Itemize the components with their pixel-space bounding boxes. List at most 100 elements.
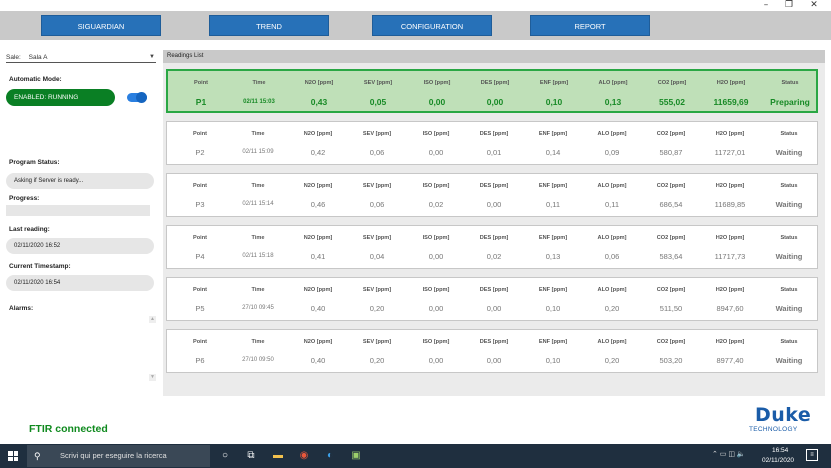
column-header-co2: CO2 [ppm] (656, 183, 686, 189)
task-view-icon[interactable]: ⧉ (243, 448, 259, 464)
maximize-button[interactable]: ❐ (779, 0, 799, 11)
duke-technology-logo: Duke TECHNOLOGY (748, 404, 811, 436)
cell-point: P2 (195, 148, 205, 157)
sala-select[interactable]: Sale: Sala A ▼ (6, 52, 156, 63)
column-header-n2o: N2O [ppm] (303, 287, 333, 293)
cell-alo: 0,20 (604, 356, 620, 365)
cell-h2o: 11659,69 (713, 97, 749, 107)
cell-n2o: 0,43 (310, 97, 328, 107)
column-header-enf: ENF [ppm] (538, 339, 568, 345)
taskbar-time: 16:54 (772, 447, 789, 454)
reading-card[interactable]: Point P3 Time 02/11 15:14 N2O [ppm] 0,46 SEV [… (166, 173, 818, 217)
column-header-n2o: N2O [ppm] (303, 183, 333, 189)
cell-des: 0,02 (486, 252, 502, 261)
cell-point: P1 (195, 97, 207, 107)
minimize-button[interactable]: – (756, 0, 776, 11)
cell-point: P3 (195, 200, 205, 209)
column-header-enf: ENF [ppm] (539, 80, 569, 86)
column-header-n2o: N2O [ppm] (303, 235, 333, 241)
siguardian-button[interactable]: SIGUARDIAN (41, 15, 161, 36)
automatic-mode-label: Automatic Mode: (9, 76, 62, 83)
column-header-point: Point (193, 131, 207, 137)
cell-iso: 0,02 (428, 200, 444, 209)
column-header-sev: SEV [ppm] (362, 131, 392, 137)
reading-card[interactable]: Point P2 Time 02/11 15:09 N2O [ppm] 0,42 SEV [… (166, 121, 818, 165)
cell-alo: 0,06 (604, 252, 620, 261)
alarms-scroll-up[interactable]: ▲ (149, 316, 156, 323)
title-bar: – ❐ ✕ (0, 0, 831, 11)
cell-h2o: 11727,01 (714, 148, 746, 157)
notification-icon[interactable]: ≡ (806, 449, 818, 461)
cell-time: 27/10 09:50 (242, 357, 274, 363)
column-header-iso: ISO [ppm] (422, 131, 450, 137)
cell-co2: 686,54 (659, 200, 683, 209)
column-header-des: DES [ppm] (479, 339, 509, 345)
column-header-n2o: N2O [ppm] (304, 80, 334, 86)
cell-status: Preparing (770, 97, 810, 107)
system-tray-icons[interactable]: ⌃ ▭ ◫ 🔈 (712, 450, 746, 458)
column-header-enf: ENF [ppm] (538, 183, 568, 189)
cell-time: 02/11 15:18 (242, 253, 274, 259)
cell-h2o: 11717,73 (714, 252, 746, 261)
cell-n2o: 0,46 (310, 200, 326, 209)
taskbar-search-input[interactable]: ⚲ Scrivi qui per eseguire la ricerca (27, 445, 210, 467)
column-header-iso: ISO [ppm] (422, 287, 450, 293)
column-header-time: Time (252, 80, 266, 86)
trend-button[interactable]: TREND (209, 15, 329, 36)
cell-iso: 0,00 (428, 252, 444, 261)
alarms-label: Alarms: (9, 305, 34, 312)
column-header-des: DES [ppm] (479, 131, 509, 137)
column-header-status: Status (780, 287, 798, 293)
edge-icon[interactable]: ◐ (322, 448, 338, 464)
windows-start-icon[interactable] (8, 451, 18, 461)
program-status-value: Asking if Server is ready... (6, 173, 154, 189)
reading-card[interactable]: Point P1 Time 02/11 15:03 N2O [ppm] 0,43 SEV [… (166, 69, 818, 113)
cortana-icon[interactable]: ○ (217, 448, 233, 464)
column-header-sev: SEV [ppm] (362, 183, 392, 189)
file-explorer-icon[interactable]: ▬ (270, 448, 286, 464)
reading-card[interactable]: Point P4 Time 02/11 15:18 N2O [ppm] 0,41 SEV [… (166, 225, 818, 269)
column-header-point: Point (193, 235, 207, 241)
chevron-down-icon: ▼ (149, 54, 155, 60)
column-header-time: Time (251, 235, 265, 241)
chrome-icon[interactable]: ◉ (296, 448, 312, 464)
readings-list-title: Readings List (163, 50, 825, 63)
column-header-des: DES [ppm] (479, 287, 509, 293)
cell-h2o: 8977,40 (716, 356, 744, 365)
cell-enf: 0,10 (545, 304, 561, 313)
column-header-point: Point (193, 339, 207, 345)
cell-sev: 0,05 (369, 97, 387, 107)
sala-value: Sala A (28, 54, 48, 61)
column-header-h2o: H2O [ppm] (715, 131, 745, 137)
cell-enf: 0,10 (545, 97, 563, 107)
configuration-button[interactable]: CONFIGURATION (372, 15, 492, 36)
cell-status: Waiting (775, 356, 803, 365)
cell-enf: 0,11 (545, 200, 561, 209)
cell-point: P6 (195, 356, 205, 365)
cell-time: 02/11 15:09 (242, 149, 274, 155)
column-header-iso: ISO [ppm] (423, 80, 451, 86)
last-reading-value: 02/11/2020 16:52 (6, 238, 154, 254)
close-button[interactable]: ✕ (804, 0, 824, 11)
cell-alo: 0,20 (604, 304, 620, 313)
cell-enf: 0,10 (545, 356, 561, 365)
reading-card[interactable]: Point P6 Time 27/10 09:50 N2O [ppm] 0,40 SEV [… (166, 329, 818, 373)
reading-card[interactable]: Point P5 Time 27/10 09:45 N2O [ppm] 0,40 SEV [… (166, 277, 818, 321)
cell-n2o: 0,41 (310, 252, 326, 261)
app-icon[interactable]: ▣ (348, 448, 364, 464)
toggle-knob (136, 92, 147, 103)
column-header-des: DES [ppm] (479, 235, 509, 241)
cell-alo: 0,11 (604, 200, 620, 209)
column-header-iso: ISO [ppm] (422, 235, 450, 241)
cell-enf: 0,13 (545, 252, 561, 261)
report-button[interactable]: REPORT (530, 15, 650, 36)
cell-status: Waiting (775, 148, 803, 157)
automatic-mode-toggle[interactable] (127, 92, 147, 103)
column-header-alo: ALO [ppm] (597, 339, 627, 345)
column-header-des: DES [ppm] (479, 183, 509, 189)
cell-iso: 0,00 (428, 356, 444, 365)
alarms-scroll-down[interactable]: ▼ (149, 374, 156, 381)
cell-iso: 0,00 (428, 148, 444, 157)
cell-alo: 0,13 (604, 97, 622, 107)
column-header-time: Time (251, 131, 265, 137)
